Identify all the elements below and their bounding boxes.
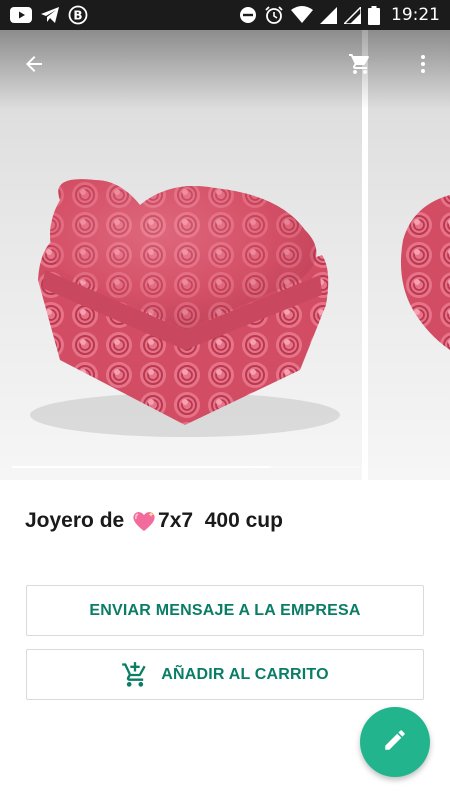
product-image-carousel[interactable] [0,30,450,480]
signal-icon [344,6,361,24]
carousel-progress-indicator [12,466,271,468]
edit-fab-button[interactable] [360,707,430,777]
product-title: Joyero de 7x7 400 cup [25,508,283,534]
battery-icon [368,5,380,25]
toolbar-scrim [0,30,450,110]
add-shopping-cart-icon [121,661,149,689]
edit-pencil-icon [382,727,408,758]
back-button[interactable] [16,48,52,84]
status-system-icons: 19:21 [239,5,440,25]
arrow-back-icon [22,52,46,81]
status-time: 19:21 [391,5,440,25]
alarm-icon [264,5,284,25]
svg-text:B: B [73,9,82,23]
product-title-suffix: 7x7 400 cup [158,509,283,532]
telegram-icon [40,6,60,24]
youtube-icon [10,7,32,23]
shopping-cart-icon [348,52,372,81]
sparkling-heart-icon [131,508,157,534]
product-title-prefix: Joyero de [25,509,131,532]
add-to-cart-button[interactable]: AÑADIR AL CARRITO [26,649,424,700]
b-circle-icon: B [68,5,88,25]
cart-button[interactable] [342,48,378,84]
status-notification-icons: B [10,5,88,25]
wifi-icon [291,6,313,24]
add-to-cart-label: AÑADIR AL CARRITO [161,665,329,683]
send-message-button[interactable]: ENVIAR MENSAJE A LA EMPRESA [26,585,424,636]
send-message-label: ENVIAR MENSAJE A LA EMPRESA [89,601,361,619]
do-not-disturb-icon [239,6,257,24]
more-options-button[interactable] [405,48,441,84]
more-vert-icon [411,52,435,81]
status-bar: B 19:21 [0,0,450,30]
signal-icon [320,6,337,24]
